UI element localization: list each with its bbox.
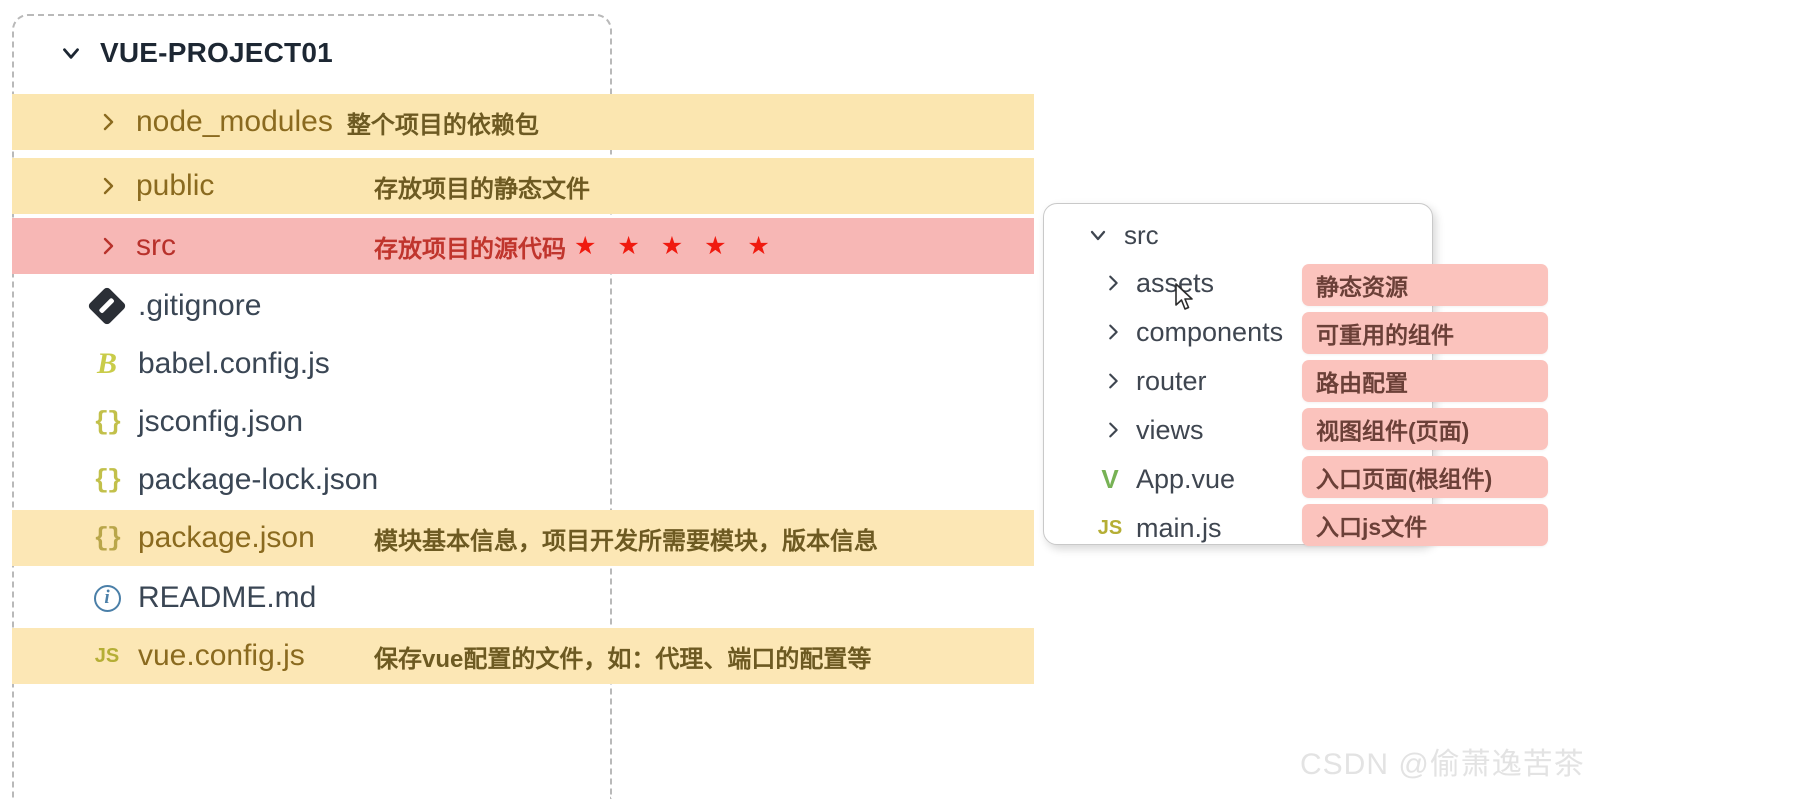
src-row-label: components bbox=[1136, 316, 1284, 347]
babel-icon: B bbox=[96, 347, 117, 380]
tree-row-label: babel.config.js bbox=[138, 347, 330, 380]
annotation-tag-label: 静态资源 bbox=[1316, 274, 1408, 300]
js-icon: JS bbox=[94, 644, 120, 667]
js-icon: JS bbox=[1097, 516, 1123, 539]
git-icon bbox=[87, 286, 127, 326]
annotation-tag-label: 可重用的组件 bbox=[1316, 322, 1454, 348]
chevron-right-icon[interactable] bbox=[1102, 370, 1124, 392]
src-row-label: main.js bbox=[1136, 512, 1222, 543]
chevron-right-icon[interactable] bbox=[1102, 272, 1124, 294]
tree-row-label: README.md bbox=[138, 581, 317, 614]
annotation-tag-assets: 静态资源 bbox=[1302, 264, 1548, 306]
annotation-tag-views: 视图组件(页面) bbox=[1302, 408, 1548, 450]
screenshot-root: VUE-PROJECT01 node_modules 整个项目的依赖包 publ… bbox=[0, 0, 1819, 799]
src-row-label: views bbox=[1136, 414, 1204, 445]
markdown-info-icon: i bbox=[90, 584, 124, 612]
src-row-assets[interactable]: assets bbox=[1102, 258, 1214, 308]
tree-row-babel-config[interactable]: B babel.config.js bbox=[12, 336, 612, 392]
src-root-label: src bbox=[1124, 219, 1159, 250]
tree-row-label: vue.config.js bbox=[138, 639, 305, 672]
src-row-label: App.vue bbox=[1136, 463, 1236, 494]
json-icon: {} bbox=[93, 465, 122, 495]
chevron-right-icon[interactable] bbox=[1102, 321, 1124, 343]
project-explorer-rows: VUE-PROJECT01 node_modules 整个项目的依赖包 publ… bbox=[12, 14, 1052, 799]
src-row-app-vue[interactable]: V App.vue bbox=[1096, 454, 1235, 504]
tree-row-description: 模块基本信息，项目开发所需要模块，版本信息 bbox=[374, 527, 878, 555]
tree-row-package-json[interactable]: {} package.json 模块基本信息，项目开发所需要模块，版本信息 bbox=[12, 510, 1034, 566]
annotation-tag-main-js: 入口js文件 bbox=[1302, 504, 1548, 546]
chevron-right-icon[interactable] bbox=[96, 234, 120, 258]
chevron-right-icon[interactable] bbox=[96, 110, 120, 134]
tree-row-label: package-lock.json bbox=[138, 463, 379, 496]
tree-row-jsconfig[interactable]: {} jsconfig.json bbox=[12, 394, 612, 450]
src-row-views[interactable]: views bbox=[1102, 405, 1204, 455]
tree-row-description: 存放项目的源代码 bbox=[374, 235, 566, 263]
tree-row-label: package.json bbox=[138, 521, 315, 554]
annotation-tag-label: 路由配置 bbox=[1316, 370, 1408, 396]
annotation-tag-components: 可重用的组件 bbox=[1302, 312, 1548, 354]
json-icon: {} bbox=[93, 523, 122, 553]
tree-row-vue-config[interactable]: JS vue.config.js 保存vue配置的文件，如：代理、端口的配置等 bbox=[12, 628, 1034, 684]
vue-icon: V bbox=[1101, 463, 1119, 494]
tree-row-package-lock[interactable]: {} package-lock.json bbox=[12, 452, 612, 508]
tree-row-node-modules[interactable]: node_modules 整个项目的依赖包 bbox=[12, 94, 1034, 150]
annotation-tag-app-vue: 入口页面(根组件) bbox=[1302, 456, 1548, 498]
tree-row-label: public bbox=[136, 169, 215, 202]
json-icon: {} bbox=[93, 407, 122, 437]
chevron-down-icon[interactable] bbox=[1086, 223, 1110, 247]
tree-row-readme[interactable]: i README.md bbox=[12, 570, 612, 626]
src-row-main-js[interactable]: JS main.js bbox=[1096, 503, 1222, 553]
annotation-tag-label: 入口js文件 bbox=[1316, 514, 1428, 540]
chevron-right-icon[interactable] bbox=[96, 174, 120, 198]
tree-row-description: 保存vue配置的文件，如：代理、端口的配置等 bbox=[374, 645, 872, 673]
src-row-components[interactable]: components bbox=[1102, 307, 1283, 357]
mouse-cursor-icon bbox=[1174, 283, 1196, 313]
csdn-watermark: CSDN @偷萧逸苦茶 bbox=[1300, 748, 1585, 781]
tree-row-description: 整个项目的依赖包 bbox=[346, 111, 539, 139]
tree-row-label: jsconfig.json bbox=[138, 405, 304, 438]
tree-row-label: src bbox=[136, 229, 176, 262]
priority-stars: ★ ★ ★ ★ ★ bbox=[574, 232, 777, 260]
tree-row-gitignore[interactable]: .gitignore bbox=[12, 278, 612, 334]
src-root-row[interactable]: src bbox=[1086, 210, 1159, 260]
tree-row-label: .gitignore bbox=[138, 289, 262, 322]
tree-row-description: 存放项目的静态文件 bbox=[374, 175, 590, 203]
src-row-router[interactable]: router bbox=[1102, 356, 1207, 406]
tree-row-public[interactable]: public 存放项目的静态文件 bbox=[12, 158, 1034, 214]
tree-row-src[interactable]: src 存放项目的源代码 ★ ★ ★ ★ ★ bbox=[12, 218, 1034, 274]
annotation-tag-label: 入口页面(根组件) bbox=[1316, 466, 1493, 492]
annotation-tag-label: 视图组件(页面) bbox=[1316, 418, 1470, 444]
annotation-tag-router: 路由配置 bbox=[1302, 360, 1548, 402]
tree-row-label: node_modules bbox=[136, 105, 333, 138]
chevron-right-icon[interactable] bbox=[1102, 419, 1124, 441]
src-row-label: router bbox=[1136, 365, 1207, 396]
